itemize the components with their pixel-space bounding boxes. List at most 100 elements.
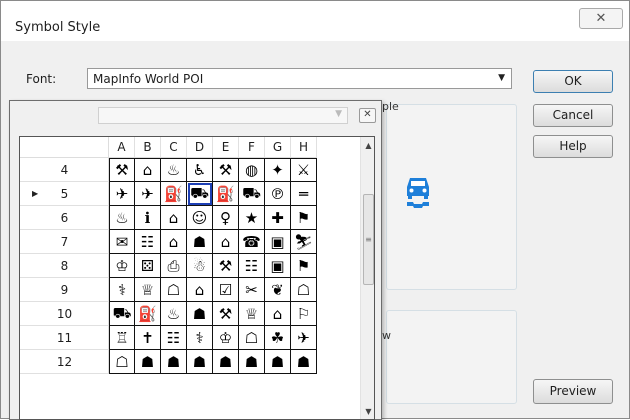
symbol-cell[interactable]: ♀ bbox=[213, 206, 239, 230]
preview-label: w bbox=[382, 329, 391, 342]
symbol-cell[interactable]: ☺ bbox=[187, 206, 213, 230]
symbol-cell[interactable]: ═ bbox=[291, 182, 317, 206]
row-number: 7 bbox=[60, 235, 69, 249]
symbol-cell[interactable]: ⚒ bbox=[109, 158, 135, 182]
symbol-cell[interactable]: ☗ bbox=[161, 350, 187, 374]
row-header: 8 bbox=[20, 254, 109, 278]
symbol-cell[interactable]: ✉ bbox=[109, 230, 135, 254]
symbol-picker-backdrop-select: ▼ bbox=[98, 107, 348, 124]
row-number: 10 bbox=[56, 307, 73, 321]
help-button[interactable]: Help bbox=[533, 135, 613, 158]
vertical-scrollbar[interactable]: ▲ ≡ ▼ bbox=[360, 137, 374, 419]
symbol-cell[interactable]: ▣ bbox=[265, 230, 291, 254]
symbol-grid: A B C D E F G H 4 ⚒ ⌂ ♨ ♿ ⚒ ◍ ✦ ⚔ ▶ 5 ✈ ✈ ⛽ ⛟ ⛽ ⛟ ℗ ═ 6 ♨ ℹ ⌂ ☺ ♀ ★ ✚ ⚑ 7 ✉ ☷ ⌂… bbox=[19, 136, 375, 420]
symbol-cell[interactable]: ♨ bbox=[161, 158, 187, 182]
symbol-cell[interactable]: ⌂ bbox=[161, 230, 187, 254]
symbol-cell[interactable]: ⌂ bbox=[213, 230, 239, 254]
font-select[interactable]: MapInfo World POI ▼ bbox=[87, 68, 512, 89]
popup-close-button[interactable]: ✕ bbox=[359, 108, 376, 123]
symbol-cell[interactable]: ℗ bbox=[265, 182, 291, 206]
close-button[interactable]: ✕ bbox=[579, 8, 623, 29]
symbol-cell[interactable]: ⚒ bbox=[213, 254, 239, 278]
symbol-cell[interactable]: ✦ bbox=[265, 158, 291, 182]
symbol-cell[interactable]: ♔ bbox=[109, 254, 135, 278]
symbol-cell[interactable]: ✝ bbox=[135, 326, 161, 350]
scroll-down-icon[interactable]: ▼ bbox=[361, 403, 374, 419]
cancel-button[interactable]: Cancel bbox=[533, 104, 613, 127]
close-icon: ✕ bbox=[595, 11, 607, 26]
symbol-cell[interactable]: ♿ bbox=[187, 158, 213, 182]
symbol-cell[interactable]: ☷ bbox=[161, 326, 187, 350]
ok-button[interactable]: OK bbox=[533, 70, 613, 93]
symbol-cell[interactable]: ☎ bbox=[239, 230, 265, 254]
symbol-cell[interactable]: ☗ bbox=[135, 350, 161, 374]
symbol-cell[interactable]: ◍ bbox=[239, 158, 265, 182]
symbol-cell[interactable]: ✈ bbox=[291, 326, 317, 350]
symbol-cell[interactable]: ⛟ bbox=[109, 302, 135, 326]
row-number: 4 bbox=[60, 163, 69, 177]
dialog-title: Symbol Style bbox=[15, 20, 101, 35]
symbol-cell[interactable]: ☗ bbox=[187, 302, 213, 326]
symbol-cell[interactable]: ☷ bbox=[135, 230, 161, 254]
symbol-cell[interactable]: ⛽ bbox=[135, 302, 161, 326]
scroll-up-icon[interactable]: ▲ bbox=[361, 137, 374, 154]
symbol-cell[interactable]: ☗ bbox=[187, 230, 213, 254]
symbol-cell[interactable]: ⛟ bbox=[239, 182, 265, 206]
symbol-cell[interactable]: ℹ bbox=[135, 206, 161, 230]
symbol-cell[interactable]: ⎙ bbox=[161, 254, 187, 278]
symbol-cell[interactable]: ⛷ bbox=[291, 230, 317, 254]
row-number: 6 bbox=[60, 211, 69, 225]
symbol-cell[interactable]: ☖ bbox=[239, 326, 265, 350]
symbol-cell[interactable]: ♖ bbox=[109, 326, 135, 350]
symbol-cell[interactable]: ⌂ bbox=[265, 302, 291, 326]
symbol-cell[interactable]: ☖ bbox=[291, 278, 317, 302]
symbol-cell[interactable]: ⌂ bbox=[187, 278, 213, 302]
symbol-cell[interactable]: ▣ bbox=[265, 254, 291, 278]
symbol-cell[interactable]: ☗ bbox=[213, 350, 239, 374]
symbol-cell[interactable]: ★ bbox=[239, 206, 265, 230]
symbol-cell[interactable]: ⌂ bbox=[135, 158, 161, 182]
symbol-cell[interactable]: ☗ bbox=[187, 350, 213, 374]
symbol-cell[interactable]: ⛽ bbox=[213, 182, 239, 206]
symbol-cell[interactable]: ⚔ bbox=[291, 158, 317, 182]
row-number: 5 bbox=[60, 187, 69, 201]
symbol-cell[interactable]: ☘ bbox=[265, 326, 291, 350]
symbol-cell[interactable]: ✈ bbox=[109, 182, 135, 206]
symbol-cell[interactable]: ☗ bbox=[239, 350, 265, 374]
symbol-cell[interactable]: ♨ bbox=[161, 302, 187, 326]
symbol-cell[interactable]: ⚑ bbox=[291, 206, 317, 230]
row-header: 11 bbox=[20, 326, 109, 350]
symbol-cell[interactable]: ♔ bbox=[213, 326, 239, 350]
symbol-cell[interactable]: ☑ bbox=[213, 278, 239, 302]
sample-label: ple bbox=[382, 100, 399, 113]
symbol-cell[interactable]: ♕ bbox=[135, 278, 161, 302]
column-header-a: A bbox=[109, 137, 135, 158]
symbol-cell[interactable]: ☖ bbox=[161, 278, 187, 302]
symbol-cell[interactable]: ⌂ bbox=[161, 206, 187, 230]
symbol-cell[interactable]: ☗ bbox=[291, 350, 317, 374]
symbol-cell[interactable]: ⚕ bbox=[109, 278, 135, 302]
symbol-cell[interactable]: ⛽ bbox=[161, 182, 187, 206]
symbol-style-dialog: Symbol Style ✕ Font: MapInfo World POI ▼… bbox=[0, 0, 630, 420]
symbol-cell[interactable]: ⚒ bbox=[213, 158, 239, 182]
symbol-cell[interactable]: ⚕ bbox=[187, 326, 213, 350]
symbol-cell[interactable]: ⚄ bbox=[135, 254, 161, 278]
symbol-cell[interactable]: ⛟ bbox=[187, 182, 213, 206]
scroll-thumb[interactable]: ≡ bbox=[363, 194, 374, 285]
symbol-cell[interactable]: ♕ bbox=[239, 302, 265, 326]
symbol-cell[interactable]: ✚ bbox=[265, 206, 291, 230]
preview-button[interactable]: Preview bbox=[533, 379, 613, 404]
symbol-cell[interactable]: ⚐ bbox=[291, 302, 317, 326]
chevron-down-icon: ▼ bbox=[498, 73, 505, 83]
symbol-cell[interactable]: ❦ bbox=[265, 278, 291, 302]
symbol-cell[interactable]: ✈ bbox=[135, 182, 161, 206]
symbol-cell[interactable]: ☃ bbox=[187, 254, 213, 278]
symbol-cell[interactable]: ⚒ bbox=[213, 302, 239, 326]
symbol-cell[interactable]: ♨ bbox=[109, 206, 135, 230]
symbol-cell[interactable]: ☗ bbox=[265, 350, 291, 374]
symbol-cell[interactable]: ☖ bbox=[109, 350, 135, 374]
symbol-cell[interactable]: ⚑ bbox=[291, 254, 317, 278]
column-header-h: H bbox=[291, 137, 317, 158]
symbol-cell[interactable]: ✂ bbox=[239, 278, 265, 302]
symbol-cell[interactable]: ☷ bbox=[239, 254, 265, 278]
